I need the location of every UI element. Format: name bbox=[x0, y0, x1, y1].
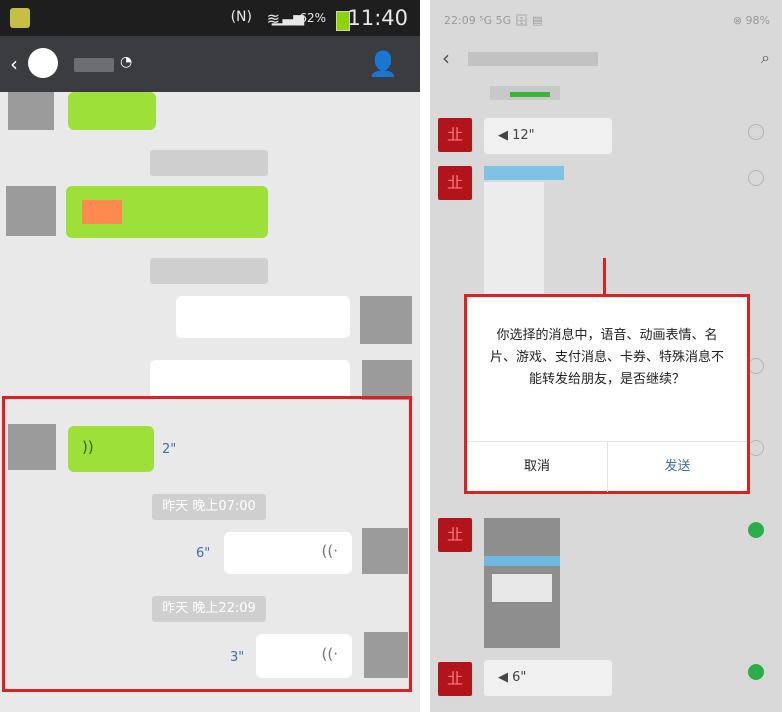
selected-check-icon[interactable] bbox=[748, 522, 764, 538]
battery-percent: 62% bbox=[299, 11, 326, 25]
chat-header: ‹ ⌕ bbox=[430, 40, 782, 80]
chat-header: ‹ ◔ 👤 bbox=[0, 36, 420, 92]
select-checkbox[interactable] bbox=[748, 124, 764, 140]
status-left: 22:09 ⁵G 5G 🗄 ▤ bbox=[444, 14, 543, 27]
left-chat-screen: (N) ≋ ▁▃▅ 62% 11:40 ‹ ◔ 👤 )) 2" 昨天 晚上07:… bbox=[0, 0, 420, 712]
avatar[interactable] bbox=[360, 296, 412, 344]
image-thumbnail-blurred[interactable] bbox=[490, 86, 560, 100]
clock: 11:40 bbox=[347, 6, 408, 30]
status-bar: 22:09 ⁵G 5G 🗄 ▤ ⊗ 98% bbox=[430, 0, 782, 40]
image-strip bbox=[484, 556, 560, 566]
back-icon[interactable]: ‹ bbox=[442, 46, 450, 70]
select-checkbox[interactable] bbox=[748, 358, 764, 374]
emoji-blurred bbox=[82, 200, 122, 224]
timestamp-blurred bbox=[150, 150, 268, 176]
avatar[interactable] bbox=[6, 186, 56, 236]
avatar[interactable]: 㐀 bbox=[438, 118, 472, 152]
status-right: ⊗ 98% bbox=[732, 14, 770, 27]
progress-strip bbox=[510, 92, 550, 97]
image-thumbnail-blurred[interactable] bbox=[484, 518, 560, 648]
back-icon[interactable]: ‹ bbox=[10, 52, 18, 76]
user-profile-icon[interactable]: 👤 bbox=[368, 50, 398, 78]
message-bubble-blurred[interactable] bbox=[66, 186, 268, 238]
avatar[interactable]: 㐀 bbox=[438, 166, 472, 200]
message-bubble-blurred[interactable] bbox=[176, 296, 350, 338]
dialog-button-row: 取消 发送 bbox=[467, 441, 747, 492]
cancel-button[interactable]: 取消 bbox=[467, 442, 608, 492]
highlight-box bbox=[2, 396, 412, 692]
image-card bbox=[492, 574, 552, 602]
select-checkbox[interactable] bbox=[748, 440, 764, 456]
forward-warning-dialog: 你选择的消息中，语音、动画表情、名片、游戏、支付消息、卡券、特殊消息不能转发给朋… bbox=[464, 294, 750, 494]
voice-message[interactable]: ◀ 6" bbox=[484, 660, 612, 696]
contact-name-blurred bbox=[468, 52, 598, 66]
select-checkbox[interactable] bbox=[748, 170, 764, 186]
status-bar: (N) ≋ ▁▃▅ 62% 11:40 bbox=[0, 0, 420, 36]
timestamp-blurred bbox=[150, 258, 268, 284]
avatar[interactable]: 㐀 bbox=[438, 662, 472, 696]
avatar[interactable] bbox=[362, 360, 412, 400]
send-button[interactable]: 发送 bbox=[608, 442, 747, 492]
app-notification-icon bbox=[10, 8, 30, 28]
search-icon[interactable]: ⌕ bbox=[761, 48, 770, 68]
avatar[interactable]: 㐀 bbox=[438, 518, 472, 552]
dialog-message: 你选择的消息中，语音、动画表情、名片、游戏、支付消息、卡券、特殊消息不能转发给朋… bbox=[489, 328, 724, 387]
wechat-logo-icon[interactable] bbox=[28, 48, 58, 78]
selected-check-icon[interactable] bbox=[748, 664, 764, 680]
image-thumbnail-blurred[interactable] bbox=[484, 182, 544, 294]
voice-message[interactable]: ◀ 12" bbox=[484, 118, 612, 154]
voice-duration: ◀ 12" bbox=[498, 128, 535, 143]
contact-name-blurred bbox=[74, 58, 114, 72]
nfc-icon: (N) bbox=[230, 9, 252, 25]
avatar[interactable] bbox=[8, 92, 54, 130]
message-bubble-blurred[interactable] bbox=[150, 360, 350, 400]
article-header-blurred bbox=[484, 166, 564, 180]
voice-duration: ◀ 6" bbox=[498, 670, 527, 685]
message-bubble-blurred[interactable] bbox=[68, 92, 156, 130]
mute-icon: ◔ bbox=[120, 54, 133, 70]
